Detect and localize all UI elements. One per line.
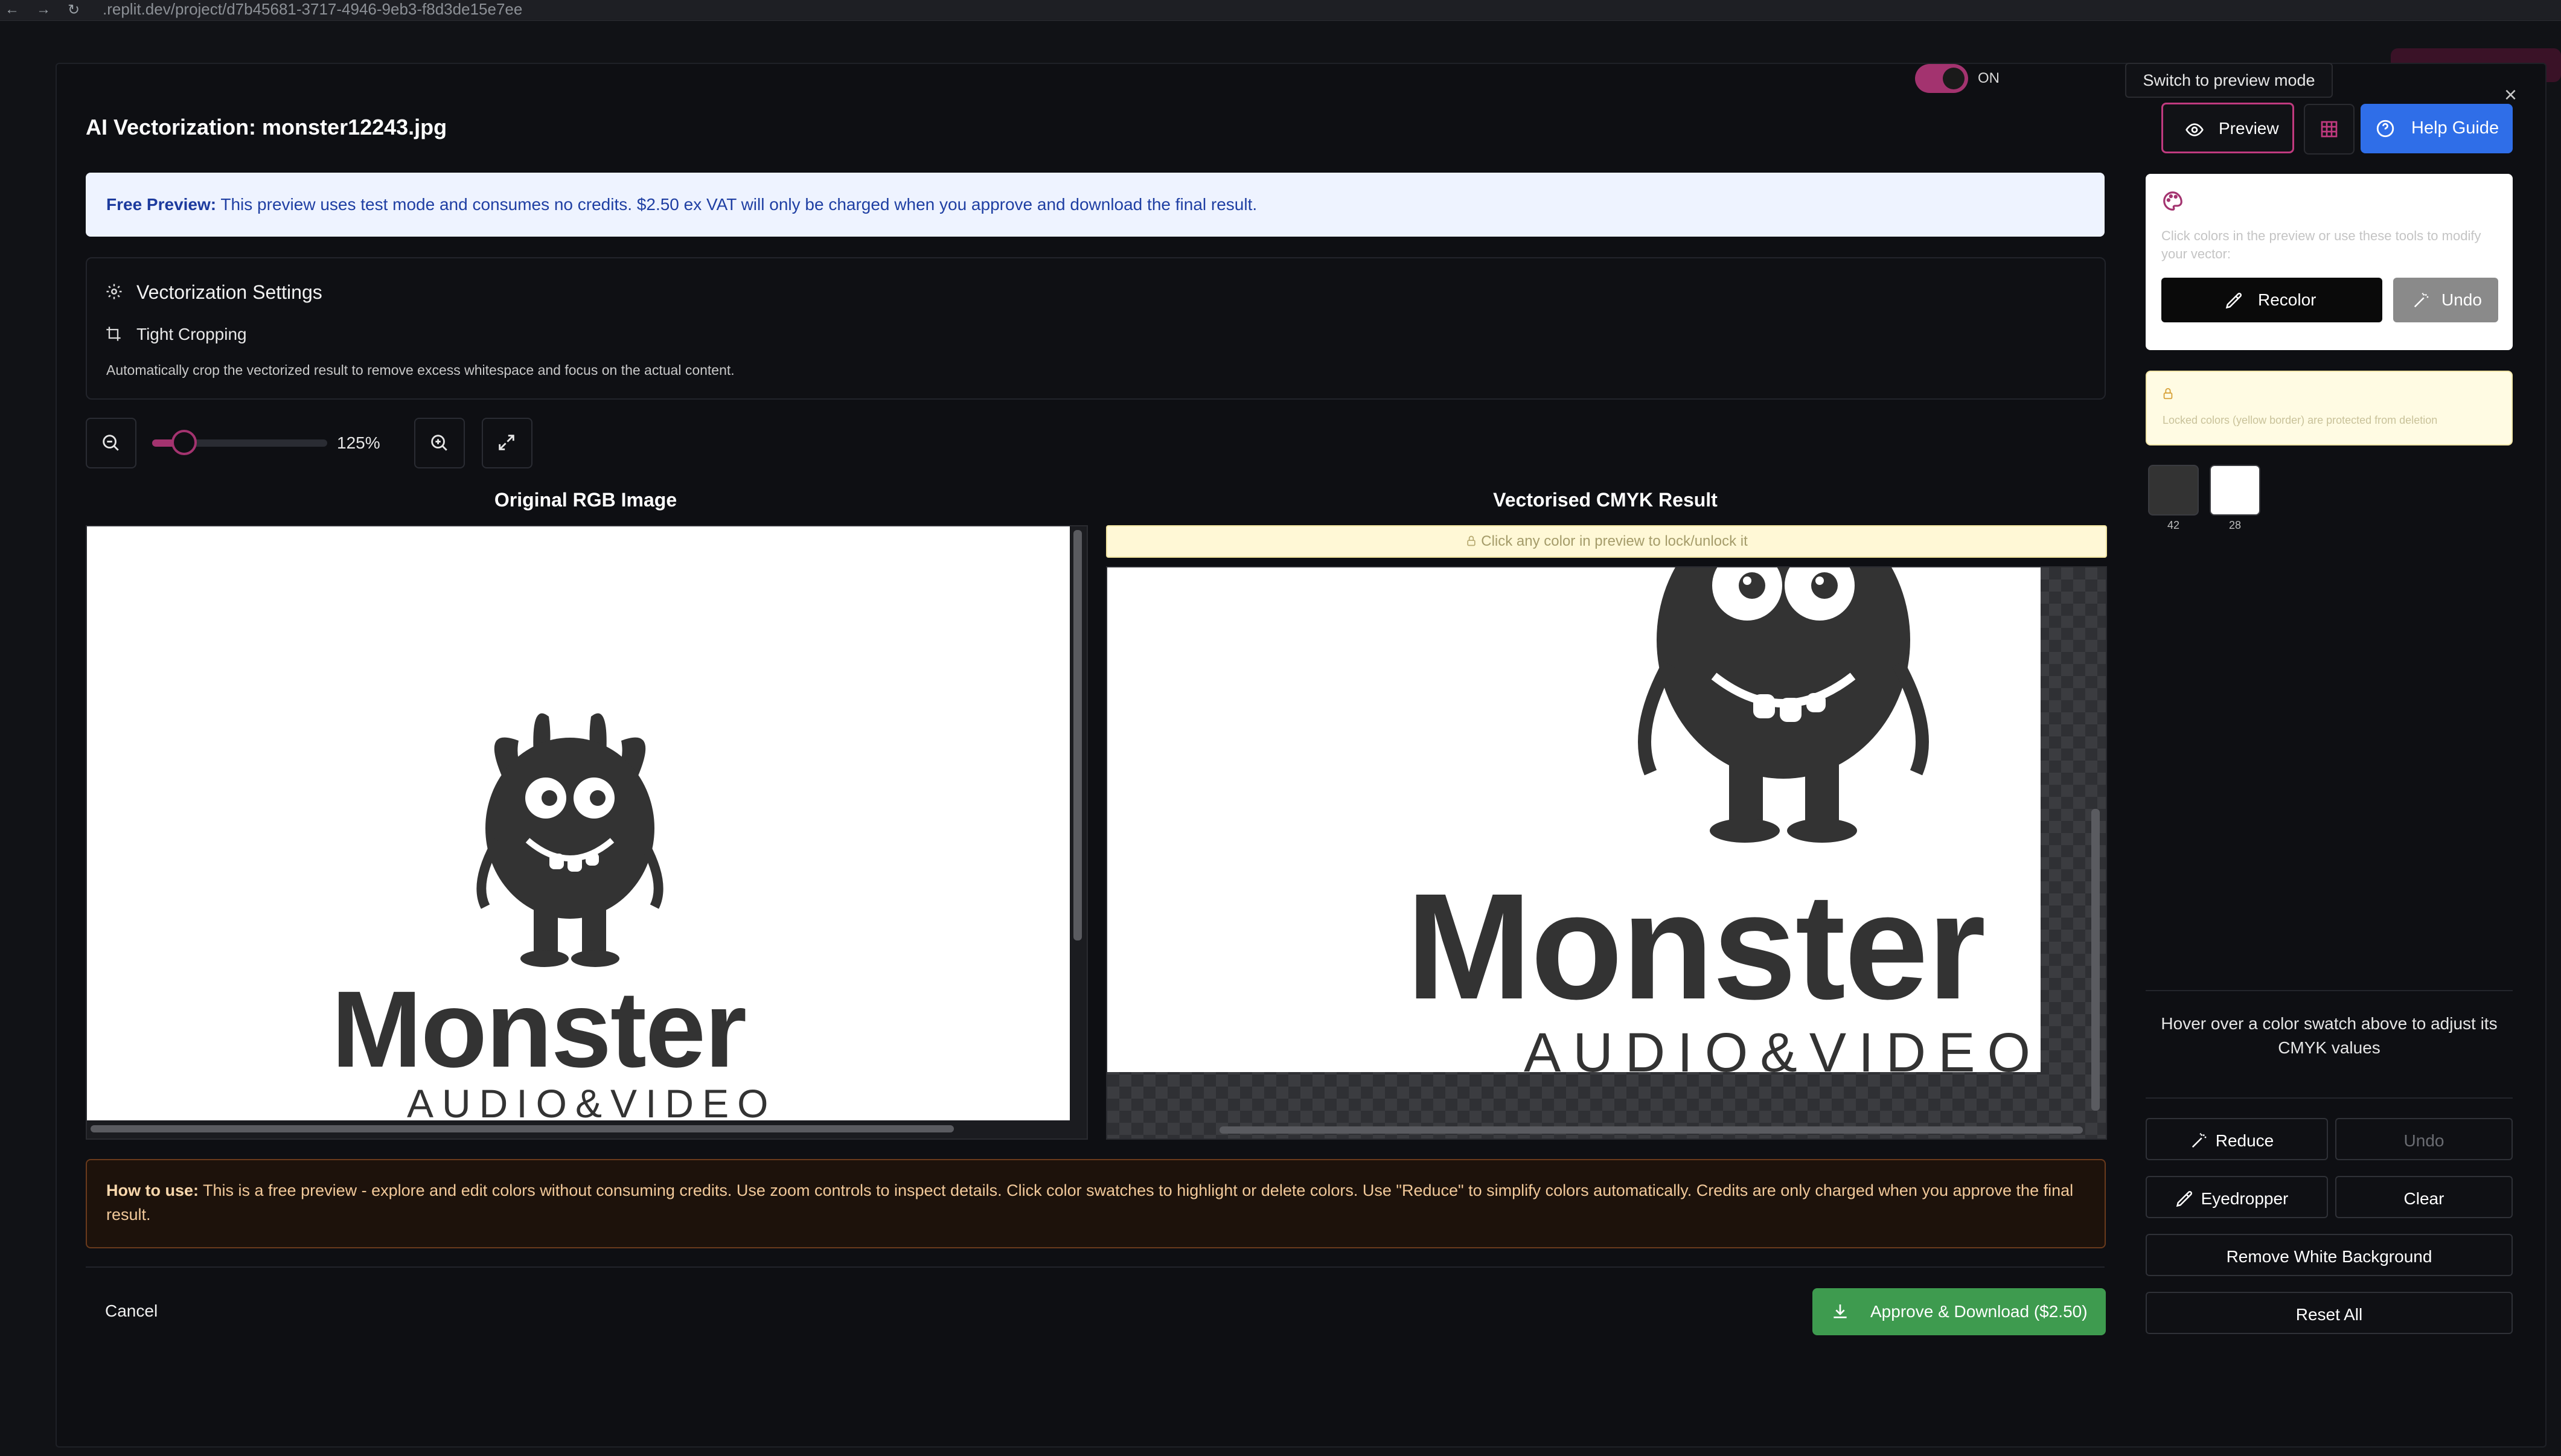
remove-white-background-button[interactable]: Remove White Background — [2146, 1234, 2513, 1276]
free-preview-banner: Free Preview: This preview uses test mod… — [86, 173, 2105, 237]
clear-label: Clear — [2403, 1189, 2444, 1208]
fullscreen-button[interactable] — [482, 418, 532, 468]
zoom-level: 125% — [337, 433, 380, 452]
color-swatch-dark[interactable] — [2148, 465, 2199, 516]
palette-icon — [2163, 191, 2182, 211]
vectorised-logo-word: Monster — [1406, 862, 1986, 1030]
locked-colors-hint: Locked colors (yellow border) are protec… — [2163, 414, 2438, 426]
help-circle-icon — [2376, 120, 2394, 138]
locked-colors-card: Locked colors (yellow border) are protec… — [2146, 371, 2513, 445]
expand-icon — [499, 435, 514, 450]
settings-heading: Vectorization Settings — [136, 281, 322, 303]
footer-divider — [86, 1266, 2105, 1268]
undo-recolor-button[interactable]: Undo — [2393, 278, 2498, 322]
reload-icon[interactable]: ↻ — [68, 1, 80, 19]
swatch-count: 42 — [2167, 519, 2180, 531]
vectorised-image: Monster AUDIO&VIDEO — [1107, 567, 2041, 1072]
original-image-heading: Original RGB Image — [494, 489, 677, 511]
approve-download-label: Approve & Download ($2.50) — [1870, 1302, 2088, 1321]
eye-icon — [2185, 123, 2204, 136]
zoom-in-button[interactable] — [414, 418, 465, 468]
vectorization-settings-card: Vectorization Settings Tight Cropping Au… — [86, 257, 2106, 400]
monster-illustration — [476, 713, 663, 967]
zoom-out-button[interactable] — [86, 418, 136, 468]
modal-title: AI Vectorization: monster12243.jpg — [86, 115, 447, 139]
preview-button[interactable]: Preview — [2161, 103, 2294, 153]
browser-toolbar: ← → ↻ .replit.dev/project/d7b45681-3717-… — [0, 0, 2561, 21]
free-preview-text: This preview uses test mode and consumes… — [216, 195, 1258, 214]
grid-icon — [2321, 121, 2338, 138]
how-to-use-text: This is a free preview - explore and edi… — [106, 1181, 2074, 1224]
zoom-in-icon — [431, 435, 447, 451]
zoom-out-icon — [103, 435, 119, 451]
eyedropper-label: Eyedropper — [2201, 1189, 2289, 1208]
recolor-button[interactable]: Recolor — [2161, 278, 2382, 322]
grid-view-button[interactable] — [2304, 104, 2355, 155]
pipette-icon — [2225, 292, 2242, 309]
clear-button[interactable]: Clear — [2335, 1176, 2513, 1218]
reset-all-label: Reset All — [2295, 1305, 2363, 1324]
magic-wand-icon — [2414, 292, 2429, 308]
back-icon[interactable]: ← — [5, 1, 19, 18]
undo-button[interactable]: Undo — [2335, 1118, 2513, 1160]
original-logo-subtitle: AUDIO&VIDEO — [407, 1081, 777, 1120]
vectorised-vertical-scrollbar[interactable] — [2091, 809, 2100, 1111]
cmyk-hover-hint: Hover over a color swatch above to adjus… — [2161, 1014, 2498, 1057]
toggle-knob — [1943, 68, 1965, 89]
gear-icon — [106, 284, 122, 299]
approve-download-button[interactable]: Approve & Download ($2.50) — [1812, 1288, 2106, 1335]
how-to-use-banner: How to use: This is a free preview - exp… — [86, 1159, 2106, 1248]
original-image-viewport[interactable]: Monster AUDIO&VIDEO — [86, 525, 1088, 1140]
lock-icon — [1467, 535, 1476, 546]
original-image: Monster AUDIO&VIDEO — [87, 526, 1070, 1120]
preview-mode-tooltip: Switch to preview mode — [2125, 63, 2333, 98]
lock-hint-text: Click any color in preview to lock/unloc… — [1481, 533, 1748, 549]
original-vertical-scrollbar[interactable] — [1073, 530, 1082, 940]
eyedropper-button[interactable]: Eyedropper — [2146, 1176, 2328, 1218]
crop-icon — [106, 327, 121, 341]
help-guide-label: Help Guide — [2411, 118, 2499, 138]
address-bar[interactable]: .replit.dev/project/d7b45681-3717-4946-9… — [103, 0, 522, 19]
tight-cropping-description: Automatically crop the vectorized result… — [106, 362, 735, 378]
original-logo-word: Monster — [331, 969, 747, 1090]
free-preview-label: Free Preview: — [106, 195, 217, 214]
how-to-use-label: How to use: — [106, 1181, 199, 1199]
tooltip-text: Switch to preview mode — [2143, 71, 2315, 89]
panel-divider — [2146, 1097, 2513, 1099]
preview-label: Preview — [2219, 119, 2279, 138]
download-icon — [1834, 1304, 1847, 1318]
tight-cropping-toggle[interactable] — [1915, 64, 1968, 93]
tight-cropping-label: Tight Cropping — [136, 325, 247, 343]
toggle-state-label: ON — [1978, 70, 2000, 86]
lock-hint-bar: Click any color in preview to lock/unloc… — [1106, 525, 2107, 558]
lock-icon — [2163, 388, 2173, 400]
color-tools-hint: Click colors in the preview or use these… — [2161, 228, 2481, 261]
original-horizontal-scrollbar[interactable] — [91, 1125, 954, 1132]
color-tools-card: Click colors in the preview or use these… — [2146, 174, 2513, 350]
undo-label: Undo — [2403, 1131, 2444, 1150]
zoom-slider-handle[interactable] — [171, 430, 197, 455]
forward-icon[interactable]: → — [36, 1, 51, 18]
cancel-button[interactable]: Cancel — [105, 1301, 158, 1321]
remove-white-background-label: Remove White Background — [2226, 1247, 2432, 1266]
recolor-label: Recolor — [2258, 290, 2316, 309]
vectorised-logo-subtitle: AUDIO&VIDEO — [1524, 1022, 2041, 1072]
vectorised-monster-illustration — [1638, 567, 1929, 843]
vectorised-image-viewport[interactable]: Monster AUDIO&VIDEO — [1106, 566, 2107, 1140]
reduce-label: Reduce — [2215, 1131, 2274, 1150]
help-guide-button[interactable]: Help Guide — [2361, 104, 2513, 153]
panel-divider — [2146, 990, 2513, 991]
vectorised-horizontal-scrollbar[interactable] — [1220, 1126, 2083, 1134]
undo-top-label: Undo — [2441, 290, 2482, 309]
swatch-count: 28 — [2228, 519, 2242, 531]
color-swatch-white[interactable] — [2210, 465, 2260, 516]
vectorised-result-heading: Vectorised CMYK Result — [1493, 489, 1718, 511]
reset-all-button[interactable]: Reset All — [2146, 1292, 2513, 1334]
reduce-button[interactable]: Reduce — [2146, 1118, 2328, 1160]
